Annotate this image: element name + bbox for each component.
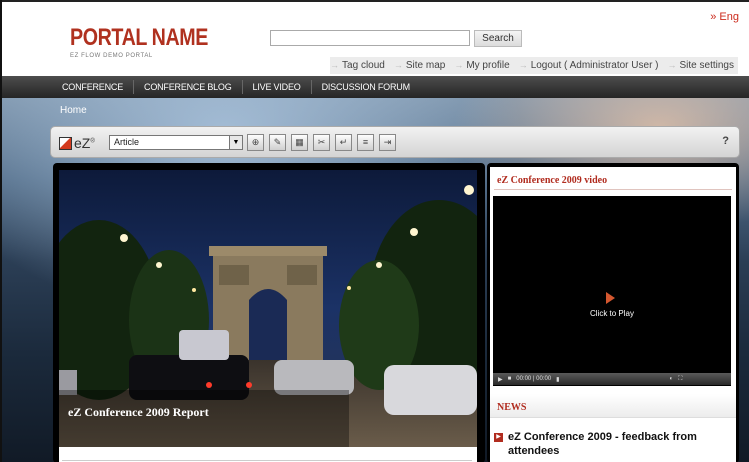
- portal-subtitle: EZ FLOW DEMO PORTAL: [70, 53, 153, 59]
- search-input[interactable]: [270, 30, 470, 46]
- help-icon[interactable]: ?: [722, 135, 729, 147]
- my-profile-link[interactable]: → My profile: [454, 60, 509, 71]
- feature-footer: [59, 447, 477, 462]
- search-button[interactable]: Search: [474, 30, 522, 47]
- volume-icon[interactable]: ◐: [669, 376, 673, 382]
- logout-link[interactable]: → Logout ( Administrator User ): [519, 60, 659, 71]
- toolbar-actions: ⊕ ✎ ▦ ✂ ↵ ≡ ⇥: [247, 134, 401, 151]
- window-border: [0, 0, 2, 462]
- utility-links: → Tag cloud → Site map → My profile → Logout…: [330, 57, 738, 74]
- bullet-arrow-icon: ▶: [494, 433, 503, 442]
- hide-icon[interactable]: ≡: [357, 134, 374, 151]
- news-title: NEWS: [497, 402, 527, 413]
- breadcrumb[interactable]: Home: [60, 105, 87, 116]
- move-icon[interactable]: ▦: [291, 134, 308, 151]
- seek-icon[interactable]: ▮: [556, 376, 559, 383]
- ez-logo: eZ®: [59, 135, 95, 151]
- video-player[interactable]: [493, 196, 731, 386]
- feature-caption[interactable]: eZ Conference 2009 Report: [68, 405, 209, 420]
- divider: [494, 189, 732, 190]
- content-class-select[interactable]: Article ▼: [109, 135, 243, 150]
- click-to-play-label[interactable]: Click to Play: [560, 309, 664, 318]
- news-header: [490, 394, 736, 418]
- play-button-icon[interactable]: ▶: [498, 376, 503, 383]
- site-header: PORTAL NAME EZ FLOW DEMO PORTAL » Eng Se…: [0, 0, 749, 78]
- ez-toolbar: eZ® Article ▼ ⊕ ✎ ▦ ✂ ↵ ≡ ⇥ ?: [50, 126, 740, 158]
- news-item[interactable]: eZ Conference 2009 - feedback from atten…: [508, 430, 730, 458]
- language-link[interactable]: » Eng: [710, 11, 739, 23]
- main-nav: CONFERENCE CONFERENCE BLOG LIVE VIDEO DI…: [0, 76, 749, 98]
- nav-item-live-video[interactable]: LIVE VIDEO: [253, 80, 312, 94]
- exit-icon[interactable]: ⇥: [379, 134, 396, 151]
- site-logo[interactable]: PORTAL NAME EZ FLOW DEMO PORTAL: [70, 24, 238, 59]
- create-icon[interactable]: ⊕: [247, 134, 264, 151]
- stop-button-icon[interactable]: ■: [508, 376, 512, 382]
- content-class-value: Article: [114, 137, 140, 147]
- remove-icon[interactable]: ✂: [313, 134, 330, 151]
- chevron-down-icon[interactable]: ▼: [229, 136, 242, 149]
- video-controls: ▶ ■ 00:00 | 00:00 ▮ ◐ ⛶: [493, 373, 731, 385]
- edit-icon[interactable]: ✎: [269, 134, 286, 151]
- site-map-link[interactable]: → Site map: [394, 60, 445, 71]
- nav-item-conference-blog[interactable]: CONFERENCE BLOG: [144, 80, 243, 94]
- nav-item-discussion-forum[interactable]: DISCUSSION FORUM: [322, 80, 420, 94]
- play-icon[interactable]: [606, 292, 615, 304]
- site-settings-link[interactable]: → Site settings: [668, 60, 734, 71]
- portal-name: PORTAL NAME: [70, 24, 208, 51]
- tag-cloud-link[interactable]: → Tag cloud: [330, 60, 385, 71]
- sort-icon[interactable]: ↵: [335, 134, 352, 151]
- ez-logo-icon: [59, 136, 72, 150]
- video-time: 00:00 | 00:00: [516, 376, 552, 382]
- video-block-title[interactable]: eZ Conference 2009 video: [497, 175, 607, 186]
- ez-logo-text: eZ®: [74, 135, 95, 151]
- nav-item-conference[interactable]: CONFERENCE: [62, 80, 135, 94]
- fullscreen-icon[interactable]: ⛶: [678, 376, 682, 383]
